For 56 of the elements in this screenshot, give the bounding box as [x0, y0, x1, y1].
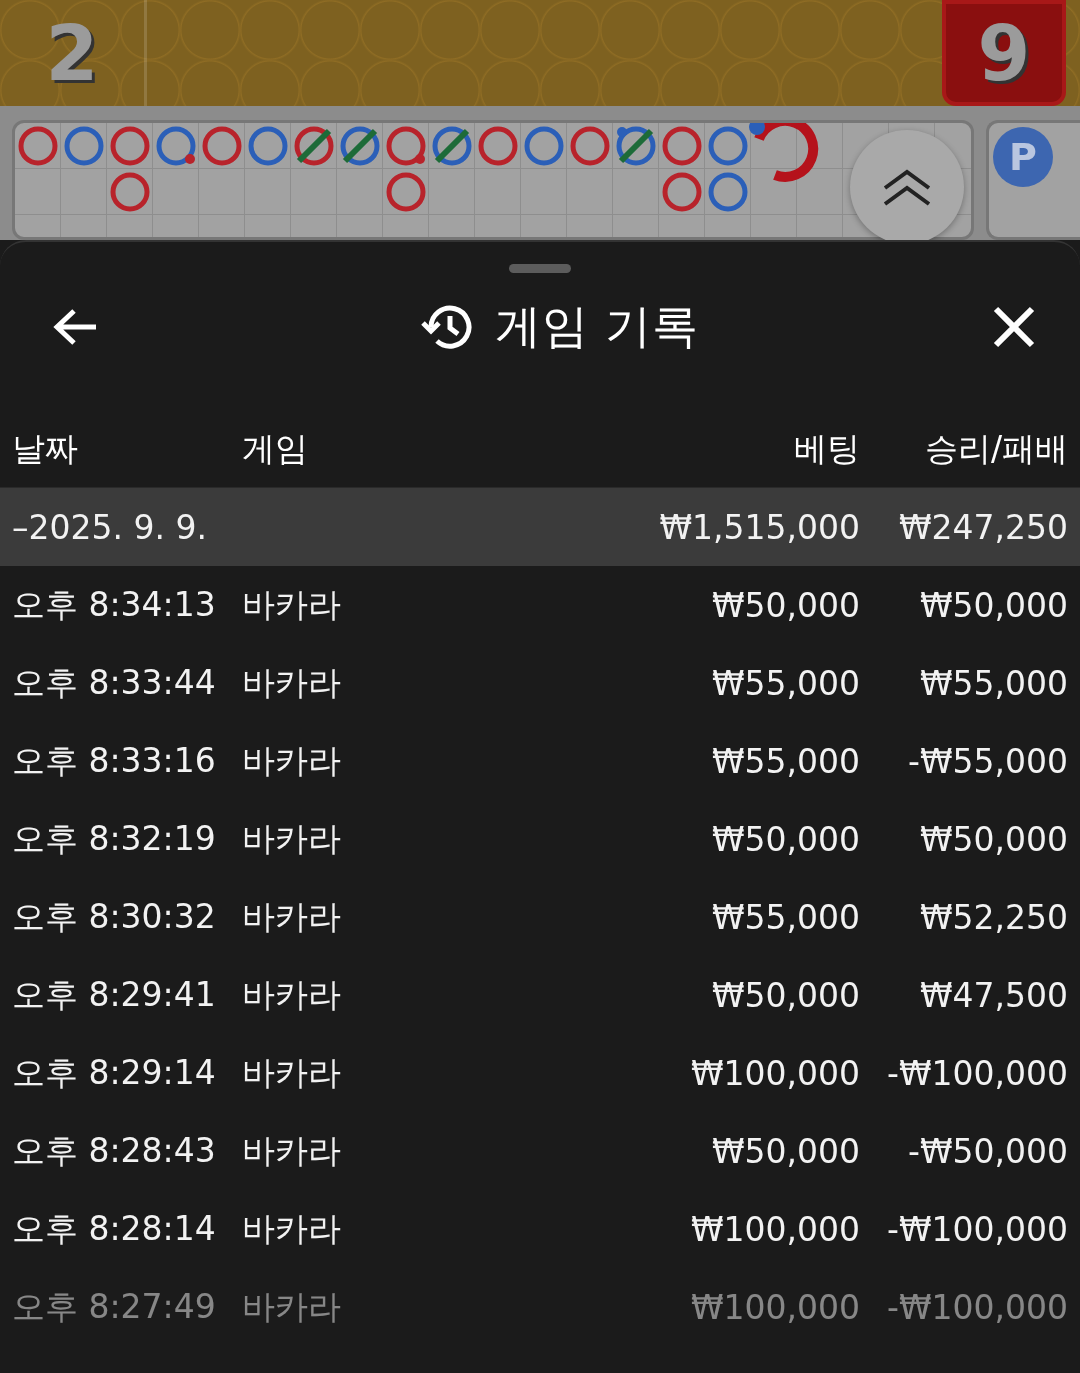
close-icon	[992, 305, 1036, 349]
bet-cell-text: ₩55,000	[710, 897, 860, 937]
bet-cell-text: ₩100,000	[689, 1287, 860, 1327]
result-cell-text: ₩50,000	[918, 819, 1068, 859]
bet-cell-text: ₩55,000	[710, 741, 860, 781]
time-cell-text: 오후 8:27:49	[12, 1285, 217, 1328]
game-cell-text: 바카라	[242, 895, 342, 938]
player-marker: P	[993, 127, 1053, 187]
chevrons-up-icon	[881, 168, 933, 208]
bet-cell-text: ₩50,000	[710, 585, 860, 625]
game-cell-text: 바카라	[242, 1207, 342, 1250]
result-cell-text: -₩50,000	[907, 1131, 1068, 1171]
game-cell-text: 바카라	[242, 1129, 342, 1172]
game-cell-text: 바카라	[242, 817, 342, 860]
game-cell-text: 바카라	[242, 1051, 342, 1094]
game-cell-text: 바카라	[242, 1285, 342, 1328]
game-cell-text: 바카라	[242, 661, 342, 704]
banker-score: 9	[942, 0, 1066, 106]
result-cell-text: -₩100,000	[886, 1209, 1068, 1249]
bet-cell-text: ₩50,000	[710, 819, 860, 859]
column-header: 게임	[242, 427, 309, 470]
game-cell-text: 바카라	[242, 973, 342, 1016]
time-cell-text: 오후 8:33:16	[12, 739, 217, 782]
result-cell-text: -₩100,000	[886, 1287, 1068, 1327]
time-cell-text: 오후 8:28:14	[12, 1207, 217, 1250]
result-cell-text: ₩55,000	[918, 663, 1068, 703]
result-cell-text: ₩52,250	[918, 897, 1068, 937]
bet-cell-text: ₩50,000	[710, 1131, 860, 1171]
group-date: –2025. 9. 9.	[12, 507, 208, 547]
bet-cell-text: ₩50,000	[710, 975, 860, 1015]
time-cell-text: 오후 8:28:43	[12, 1129, 217, 1172]
time-cell-text: 오후 8:32:19	[12, 817, 217, 860]
bet-cell-text: ₩100,000	[689, 1209, 860, 1249]
time-cell-text: 오후 8:34:13	[12, 583, 217, 626]
result-cell-text: ₩47,500	[918, 975, 1068, 1015]
column-header: 날짜	[12, 427, 79, 470]
time-cell-text: 오후 8:29:41	[12, 973, 217, 1016]
history-icon	[421, 303, 474, 351]
result-cell-text: ₩50,000	[918, 585, 1068, 625]
result-cell-text: -₩100,000	[886, 1053, 1068, 1093]
back-arrow-icon	[52, 307, 98, 347]
group-result-total: ₩247,250	[897, 507, 1068, 547]
column-header: 베팅	[793, 427, 860, 470]
time-cell-text: 오후 8:30:32	[12, 895, 217, 938]
bet-cell-text: ₩100,000	[689, 1053, 860, 1093]
game-cell-text: 바카라	[242, 583, 342, 626]
drag-handle[interactable]	[509, 264, 571, 273]
column-header: 승리/패배	[923, 427, 1068, 470]
time-cell-text: 오후 8:33:44	[12, 661, 217, 704]
date-group-row[interactable]: –2025. 9. 9. ₩1,515,000 ₩247,250	[0, 488, 1080, 566]
time-cell-text: 오후 8:29:14	[12, 1051, 217, 1094]
game-cell-text: 바카라	[242, 739, 342, 782]
group-bet-total: ₩1,515,000	[658, 507, 860, 547]
result-cell-text: -₩55,000	[907, 741, 1068, 781]
bet-cell-text: ₩55,000	[710, 663, 860, 703]
sheet-title: 게임 기록	[495, 298, 699, 355]
